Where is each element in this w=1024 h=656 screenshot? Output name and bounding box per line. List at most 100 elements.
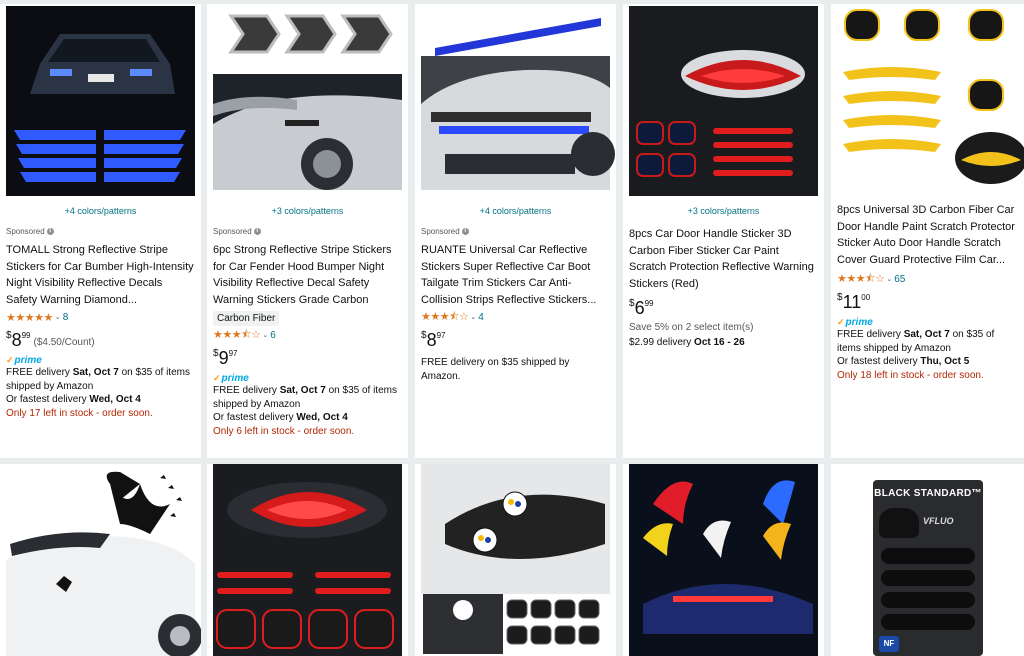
price-whole: 8: [11, 330, 22, 350]
stock-warning: Only 6 left in stock - order soon.: [213, 425, 355, 437]
stock-warning: Only 18 left in stock - order soon.: [837, 369, 984, 381]
delivery-prefix: $2.99 delivery: [629, 337, 695, 348]
product-card-9[interactable]: [623, 464, 824, 656]
price-fraction: 99: [644, 299, 654, 308]
price-whole: 6: [634, 298, 645, 318]
price-fraction: 97: [436, 331, 446, 340]
sponsored-label[interactable]: Sponsored i: [213, 226, 402, 236]
star-rating-icon: ★★★⯪☆: [213, 328, 261, 341]
price-fraction: 00: [861, 293, 871, 302]
rating-count[interactable]: 8: [63, 312, 69, 323]
chevron-down-icon[interactable]: ⌄: [886, 275, 892, 283]
product-image-2[interactable]: [207, 4, 408, 198]
brand-logo: BLACK STANDARD™: [874, 488, 982, 499]
product-card-1[interactable]: +4 colors/patterns Sponsored i TOMALL Str…: [0, 4, 201, 458]
prime-check-icon: ✓: [213, 372, 221, 383]
sponsored-label[interactable]: Sponsored i: [421, 226, 610, 236]
fastest-date: Wed, Oct 4: [89, 394, 141, 406]
package-card: BLACK STANDARD™ VFLUO NF: [873, 480, 983, 656]
star-rating-icon: ★★★⯪☆: [837, 272, 885, 285]
chevron-down-icon[interactable]: ⌄: [262, 331, 268, 339]
product-title-4[interactable]: 8pcs Car Door Handle Sticker 3D Carbon F…: [629, 226, 818, 294]
product-title-1[interactable]: TOMALL Strong Reflective Stripe Stickers…: [6, 242, 195, 308]
colors-link-3[interactable]: +4 colors/patterns: [415, 206, 616, 216]
product-image-8[interactable]: [415, 464, 616, 656]
delivery-date: Sat, Oct 7: [72, 367, 119, 378]
product-image-9[interactable]: [623, 464, 824, 656]
product-card-10[interactable]: BLACK STANDARD™ VFLUO NF: [831, 464, 1024, 656]
prime-check-icon: ✓: [837, 316, 845, 327]
info-icon[interactable]: i: [46, 227, 54, 235]
chevron-down-icon[interactable]: ⌄: [55, 313, 61, 321]
product-image-5[interactable]: [831, 4, 1024, 192]
product-title-3[interactable]: RUANTE Universal Car Reflective Stickers…: [421, 242, 610, 308]
product-title-5[interactable]: 8pcs Universal 3D Carbon Fiber Car Door …: [837, 202, 1018, 270]
product-image-4[interactable]: [623, 4, 824, 198]
sponsored-text: Sponsored: [421, 226, 460, 236]
product-image-6[interactable]: [0, 464, 201, 656]
rating-count[interactable]: 4: [478, 312, 484, 323]
product-card-2[interactable]: +3 colors/patterns Sponsored i 6pc Strong…: [207, 4, 408, 458]
fastest-date: Thu, Oct 5: [920, 356, 970, 368]
colors-link-1[interactable]: +4 colors/patterns: [0, 206, 201, 216]
reflective-stripe-4: [881, 614, 975, 630]
colors-link-4[interactable]: +3 colors/patterns: [623, 206, 824, 216]
info-icon[interactable]: i: [253, 227, 261, 235]
fastest-date: Wed, Oct 4: [296, 412, 348, 424]
product-title-2[interactable]: 6pc Strong Reflective Stripe Stickers fo…: [213, 242, 402, 308]
rating-count[interactable]: 6: [270, 330, 276, 341]
price-whole: 8: [426, 330, 437, 350]
delivery-date: Oct 16 - 26: [694, 337, 745, 348]
delivery-info: FREE delivery Sat, Oct 7 on $35 of items…: [213, 384, 402, 411]
colors-link-2[interactable]: +3 colors/patterns: [207, 206, 408, 216]
prime-badge: ✓ prime: [6, 354, 195, 366]
star-rating-icon: ★★★⯪☆: [421, 310, 469, 323]
fastest-delivery: Or fastest delivery Wed, Oct 4: [6, 393, 195, 407]
delivery-info: FREE delivery Sat, Oct 7 on $35 of items…: [6, 366, 195, 393]
delivery-prefix: FREE delivery: [213, 385, 280, 396]
delivery-prefix: FREE delivery: [837, 329, 904, 340]
price-whole: 11: [842, 292, 862, 312]
delivery-prefix: FREE delivery: [6, 367, 73, 378]
product-image-10[interactable]: BLACK STANDARD™ VFLUO NF: [831, 464, 1024, 656]
price-fraction: 99: [21, 331, 31, 340]
product-image-3[interactable]: [415, 4, 616, 198]
vfluo-logo: VFLUO: [923, 516, 954, 526]
product-image-7[interactable]: [207, 464, 408, 656]
reflective-stripe-3: [881, 592, 975, 608]
price-5[interactable]: $ 11 00: [837, 292, 1018, 312]
rating-3[interactable]: ★★★⯪☆ ⌄ 4: [421, 310, 610, 324]
fastest-delivery: Or fastest delivery Thu, Oct 5: [837, 355, 1018, 369]
rating-2[interactable]: ★★★⯪☆ ⌄ 6: [213, 328, 402, 342]
product-image-1[interactable]: [0, 4, 201, 198]
reflective-stripe-1: [881, 548, 975, 564]
price-3[interactable]: $ 8 97: [421, 330, 610, 350]
product-card-4[interactable]: +3 colors/patterns 8pcs Car Door Handle …: [623, 4, 824, 458]
info-icon[interactable]: i: [461, 227, 469, 235]
product-card-8[interactable]: [415, 464, 616, 656]
fastest-delivery: Or fastest delivery Wed, Oct 4: [213, 411, 402, 425]
product-card-5[interactable]: 8pcs Universal 3D Carbon Fiber Car Door …: [831, 4, 1024, 458]
chevron-down-icon[interactable]: ⌄: [470, 313, 476, 321]
variant-badge[interactable]: Carbon Fiber: [213, 311, 280, 326]
price-4[interactable]: $ 6 99: [629, 298, 818, 318]
price-1[interactable]: $ 8 99 ($4.50/Count): [6, 330, 195, 350]
fastest-prefix: Or fastest delivery: [213, 412, 297, 424]
sponsored-label[interactable]: Sponsored i: [6, 226, 195, 236]
rating-count[interactable]: 65: [894, 274, 905, 285]
product-card-6[interactable]: [0, 464, 201, 656]
save-offer[interactable]: Save 5% on 2 select item(s): [629, 322, 818, 333]
product-card-3[interactable]: +4 colors/patterns Sponsored i RUANTE Uni…: [415, 4, 616, 458]
delivery-date: Sat, Oct 7: [903, 329, 950, 340]
product-card-7[interactable]: [207, 464, 408, 656]
price-whole: 9: [218, 348, 229, 368]
rating-5[interactable]: ★★★⯪☆ ⌄ 65: [837, 272, 1018, 286]
prime-text: prime: [14, 354, 42, 366]
helmet-image: [879, 508, 919, 538]
stock-warning: Only 17 left in stock - order soon.: [6, 407, 153, 419]
sponsored-text: Sponsored: [213, 226, 252, 236]
price-2[interactable]: $ 9 97: [213, 348, 402, 368]
rating-1[interactable]: ★★★★★ ⌄ 8: [6, 310, 195, 324]
delivery-info: FREE delivery on $35 shipped by Amazon.: [421, 357, 570, 382]
unit-price: ($4.50/Count): [33, 337, 95, 348]
